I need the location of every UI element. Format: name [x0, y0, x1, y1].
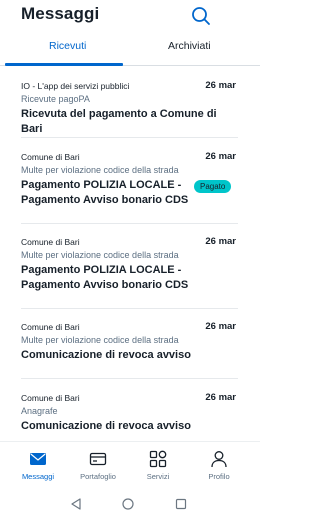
message-date: 26 mar — [205, 80, 236, 91]
message-date: 26 mar — [205, 236, 236, 247]
divider — [21, 378, 238, 379]
tab-ricevuti[interactable]: Ricevuti — [49, 40, 86, 52]
message-service: Multe per violazione codice della strada — [21, 335, 179, 345]
message-item[interactable]: Comune di Bari 26 mar Multe per violazio… — [0, 236, 260, 317]
app-header: Messaggi — [0, 0, 260, 36]
message-subject: Comunicazione di revoca avviso — [21, 349, 191, 361]
message-service: Multe per violazione codice della strada — [21, 165, 179, 175]
nav-label: Profilo — [208, 472, 230, 481]
nav-portafoglio[interactable]: Portafoglio — [68, 450, 128, 481]
message-item[interactable]: Comune di Bari 26 mar Multe per violazio… — [0, 151, 260, 232]
system-back-button[interactable] — [69, 497, 83, 511]
envelope-icon — [30, 453, 46, 465]
divider — [21, 223, 238, 224]
message-subject: Comunicazione di revoca avviso — [21, 420, 191, 432]
nav-profilo[interactable]: Profilo — [189, 450, 249, 481]
message-item[interactable]: Comune di Bari 26 mar Multe per violazio… — [0, 321, 260, 387]
divider — [21, 137, 238, 138]
message-service: Multe per violazione codice della strada — [21, 250, 179, 260]
message-subject: Pagamento POLIZIA LOCALE - Pagamento Avv… — [21, 264, 189, 291]
search-button[interactable] — [190, 5, 212, 27]
message-item[interactable]: IO - L'app dei servizi pubblici 26 mar R… — [0, 80, 260, 151]
message-subject: Ricevuta del pagamento a Comune di Bari — [21, 108, 217, 135]
system-home-button[interactable] — [121, 497, 135, 511]
status-badge: Pagato — [194, 180, 232, 193]
message-sender: Comune di Bari — [21, 152, 80, 162]
user-icon — [211, 451, 227, 468]
recents-square-icon — [175, 498, 187, 510]
message-sender: Comune di Bari — [21, 237, 80, 247]
message-sender: IO - L'app dei servizi pubblici — [21, 81, 130, 91]
tab-archiviati[interactable]: Archiviati — [168, 40, 211, 52]
active-tab-indicator — [5, 63, 123, 66]
message-date: 26 mar — [205, 321, 236, 332]
nav-servizi[interactable]: Servizi — [128, 450, 188, 481]
grid-icon — [149, 450, 167, 468]
message-tabs: Ricevuti Archiviati — [0, 36, 260, 66]
page-title: Messaggi — [21, 4, 100, 23]
nav-label: Messaggi — [21, 472, 55, 481]
message-date: 26 mar — [205, 392, 236, 403]
system-navigation-bar — [0, 488, 260, 521]
system-recents-button[interactable] — [174, 497, 188, 511]
back-triangle-icon — [71, 498, 81, 510]
nav-label: Servizi — [146, 472, 170, 481]
bottom-navigation: Messaggi Portafoglio Servizi Profilo — [0, 441, 260, 488]
message-sender: Comune di Bari — [21, 322, 80, 332]
home-circle-icon — [122, 498, 134, 510]
wallet-icon — [89, 452, 107, 466]
message-service: Ricevute pagoPA — [21, 94, 90, 104]
nav-messaggi[interactable]: Messaggi — [8, 450, 68, 481]
search-icon — [192, 7, 210, 25]
message-sender: Comune di Bari — [21, 393, 80, 403]
divider — [21, 308, 238, 309]
message-date: 26 mar — [205, 151, 236, 162]
nav-label: Portafoglio — [80, 472, 116, 481]
message-subject: Pagamento POLIZIA LOCALE - Pagamento Avv… — [21, 179, 189, 206]
message-service: Anagrafe — [21, 406, 58, 416]
